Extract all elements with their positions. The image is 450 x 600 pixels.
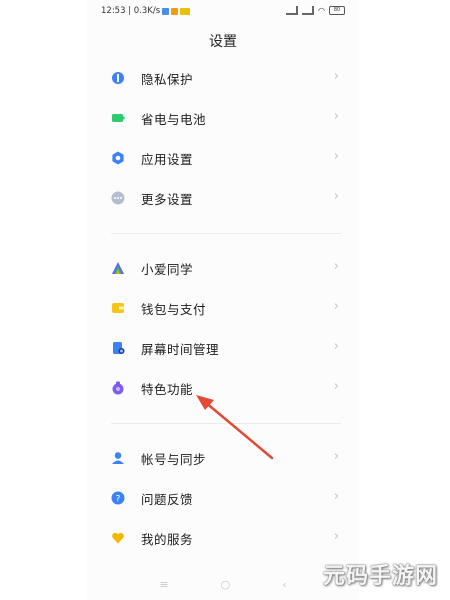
settings-item-label: 应用设置 xyxy=(141,152,194,167)
settings-item-label: 问题反馈 xyxy=(141,492,194,507)
battery-icon xyxy=(111,111,125,125)
site-watermark: 元码手游网 xyxy=(322,564,438,589)
status-time-speed: 12:53 | 0.3K/s xyxy=(101,6,161,16)
settings-item-account-sync[interactable]: 帐号与同步 › xyxy=(87,438,359,478)
notification-icon xyxy=(180,7,191,15)
menu-nav-icon[interactable]: ≡ xyxy=(159,578,168,591)
settings-item-label: 更多设置 xyxy=(141,192,194,207)
chevron-right-icon: › xyxy=(333,299,339,314)
wifi-icon: ◠ xyxy=(318,6,325,15)
settings-item-privacy[interactable]: 隐私保护 › xyxy=(87,58,359,98)
screen-time-icon xyxy=(111,341,125,355)
settings-item-label: 特色功能 xyxy=(141,382,194,397)
settings-item-my-services[interactable]: 我的服务 › xyxy=(87,518,359,558)
status-bar: 12:53 | 0.3K/s ◠ 80 xyxy=(87,4,359,20)
section-divider xyxy=(111,423,341,424)
settings-item-features[interactable]: 特色功能 › xyxy=(87,368,359,408)
heart-service-icon xyxy=(111,531,125,545)
more-dots-icon xyxy=(111,191,125,205)
notification-icon xyxy=(171,7,179,15)
xiaoai-icon xyxy=(111,261,125,275)
settings-item-app-settings[interactable]: 应用设置 › xyxy=(87,138,359,178)
battery-status-icon: 80 xyxy=(329,6,345,15)
settings-item-label: 钱包与支付 xyxy=(141,302,207,317)
settings-item-battery[interactable]: 省电与电池 › xyxy=(87,98,359,138)
settings-item-feedback[interactable]: ? 问题反馈 › xyxy=(87,478,359,518)
account-icon xyxy=(111,451,125,465)
chevron-right-icon: › xyxy=(333,489,339,504)
svg-text:?: ? xyxy=(116,495,121,505)
phone-screen: 12:53 | 0.3K/s ◠ 80 设置 隐私保护 › 省电与电池 › 应用… xyxy=(87,0,359,600)
chevron-right-icon: › xyxy=(333,259,339,274)
settings-item-label: 隐私保护 xyxy=(141,72,194,87)
signal-icon xyxy=(302,6,315,15)
home-nav-icon[interactable]: ○ xyxy=(221,578,231,591)
features-icon xyxy=(111,381,125,395)
back-nav-icon[interactable]: ‹ xyxy=(282,578,286,591)
navigation-bar: ≡ ○ ‹ xyxy=(87,574,359,594)
chevron-right-icon: › xyxy=(333,449,339,464)
gear-icon xyxy=(111,151,125,165)
chevron-right-icon: › xyxy=(333,69,339,84)
signal-icon xyxy=(286,6,299,15)
chevron-right-icon: › xyxy=(333,339,339,354)
chevron-right-icon: › xyxy=(333,379,339,394)
page-title: 设置 xyxy=(209,34,237,50)
feedback-icon: ? xyxy=(111,491,125,505)
settings-item-xiaoai[interactable]: 小爱同学 › xyxy=(87,248,359,288)
chevron-right-icon: › xyxy=(333,109,339,124)
settings-item-label: 帐号与同步 xyxy=(141,452,207,467)
section-divider xyxy=(111,233,341,234)
chevron-right-icon: › xyxy=(333,189,339,204)
settings-item-label: 我的服务 xyxy=(141,532,194,547)
notification-icon xyxy=(162,7,170,15)
settings-item-label: 省电与电池 xyxy=(141,112,207,127)
settings-item-label: 屏幕时间管理 xyxy=(141,342,220,357)
chevron-right-icon: › xyxy=(333,529,339,544)
chevron-right-icon: › xyxy=(333,149,339,164)
settings-item-screen-time[interactable]: 屏幕时间管理 › xyxy=(87,328,359,368)
wallet-icon xyxy=(111,301,125,315)
settings-item-wallet[interactable]: 钱包与支付 › xyxy=(87,288,359,328)
settings-item-label: 小爱同学 xyxy=(141,262,194,277)
settings-item-more-settings[interactable]: 更多设置 › xyxy=(87,178,359,218)
privacy-shield-icon xyxy=(111,71,125,85)
